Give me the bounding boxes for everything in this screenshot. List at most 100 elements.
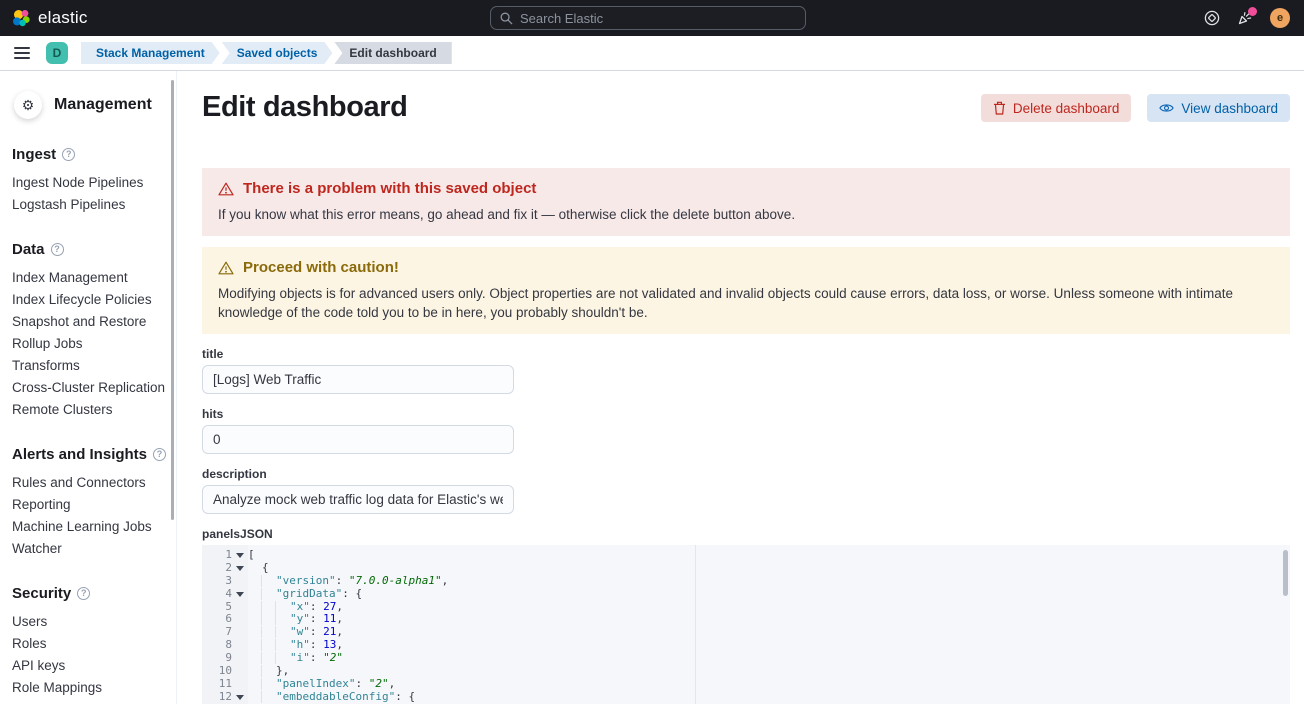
help-icon: ? — [77, 587, 90, 600]
sidebar-item-index-lifecycle-policies[interactable]: Index Lifecycle Policies — [12, 289, 176, 311]
error-callout-title: There is a problem with this saved objec… — [243, 180, 536, 197]
breadcrumb-bar: D Stack ManagementSaved objectsEdit dash… — [0, 36, 1304, 71]
description-input[interactable] — [202, 485, 514, 514]
global-search[interactable] — [490, 6, 806, 30]
code-line: 4"gridData": { — [202, 588, 1290, 601]
delete-dashboard-button[interactable]: Delete dashboard — [981, 94, 1132, 122]
breadcrumb-item-stack-management[interactable]: Stack Management — [81, 42, 220, 64]
menu-icon[interactable] — [9, 40, 35, 66]
space-avatar[interactable]: D — [46, 42, 68, 64]
code-line: 8"h": 13, — [202, 639, 1290, 652]
sidebar-title: Management — [54, 96, 152, 114]
form-group-title: title — [202, 347, 1290, 394]
sidebar-item-users[interactable]: Users — [12, 611, 176, 633]
warning-callout-title: Proceed with caution! — [243, 259, 399, 276]
sidebar-item-snapshot-and-restore[interactable]: Snapshot and Restore — [12, 311, 176, 333]
sidebar-item-api-keys[interactable]: API keys — [12, 655, 176, 677]
line-number: 4 — [202, 588, 232, 601]
panelsjson-code-editor[interactable]: 1[2{3"version": "7.0.0-alpha1",4"gridDat… — [202, 545, 1290, 704]
header-actions: e — [1204, 8, 1292, 28]
code-line: 1[ — [202, 549, 1290, 562]
sidebar-section-data: Data? Index ManagementIndex Lifecycle Pol… — [12, 241, 176, 421]
hits-field-label: hits — [202, 407, 1290, 421]
alert-icon — [218, 261, 234, 275]
sidebar-item-watcher[interactable]: Watcher — [12, 538, 176, 560]
title-field-label: title — [202, 347, 1290, 361]
panelsjson-label: panelsJSON — [202, 527, 1290, 541]
help-icon: ? — [62, 148, 75, 161]
sidebar-item-logstash-pipelines[interactable]: Logstash Pipelines — [12, 194, 176, 216]
gear-icon: ⚙ — [14, 91, 42, 119]
notification-dot — [1248, 7, 1257, 16]
elastic-logo-text: elastic — [38, 8, 88, 28]
warning-callout: Proceed with caution! Modifying objects … — [202, 247, 1290, 334]
help-icon: ? — [51, 243, 64, 256]
sidebar-item-index-management[interactable]: Index Management — [12, 267, 176, 289]
sidebar-section-security: Security? UsersRolesAPI keysRole Mappings — [12, 585, 176, 699]
sidebar-item-rules-and-connectors[interactable]: Rules and Connectors — [12, 472, 176, 494]
code-line: 7"w": 21, — [202, 626, 1290, 639]
sidebar-section-title: Alerts and Insights? — [12, 446, 176, 463]
sidebar-header: ⚙ Management — [14, 91, 176, 119]
hits-input[interactable] — [202, 425, 514, 454]
search-icon — [500, 12, 513, 25]
fold-arrow-icon[interactable] — [236, 553, 244, 558]
sidebar-section-title: Data? — [12, 241, 176, 258]
error-callout-body: If you know what this error means, go ah… — [218, 205, 1274, 224]
sidebar-item-machine-learning-jobs[interactable]: Machine Learning Jobs — [12, 516, 176, 538]
search-input[interactable] — [520, 11, 796, 26]
form-group-hits: hits — [202, 407, 1290, 454]
top-header-bar: elastic e — [0, 0, 1304, 36]
sidebar-item-role-mappings[interactable]: Role Mappings — [12, 677, 176, 699]
sidebar: ⚙ Management Ingest? Ingest Node Pipeline… — [0, 71, 177, 704]
title-input[interactable] — [202, 365, 514, 394]
code-line: 5"x": 27, — [202, 601, 1290, 614]
code-line: 12"embeddableConfig": { — [202, 691, 1290, 704]
elastic-logo-icon — [12, 9, 30, 27]
sidebar-item-rollup-jobs[interactable]: Rollup Jobs — [12, 333, 176, 355]
sidebar-item-transforms[interactable]: Transforms — [12, 355, 176, 377]
eye-icon — [1159, 102, 1174, 114]
sidebar-section-title: Security? — [12, 585, 176, 602]
sidebar-scrollbar[interactable] — [171, 80, 174, 520]
code-line: 3"version": "7.0.0-alpha1", — [202, 575, 1290, 588]
line-number: 3 — [202, 575, 232, 588]
view-dashboard-button[interactable]: View dashboard — [1147, 94, 1290, 122]
editor-scrollbar[interactable] — [1283, 550, 1288, 596]
fold-arrow-icon[interactable] — [236, 592, 244, 597]
cloud-deployment-icon[interactable] — [1204, 10, 1220, 26]
sidebar-section-title: Ingest? — [12, 146, 176, 163]
sidebar-item-reporting[interactable]: Reporting — [12, 494, 176, 516]
newsfeed-icon[interactable] — [1237, 10, 1253, 26]
main-content: Edit dashboard Delete dashboard View — [177, 71, 1304, 704]
sidebar-section-alerts-and-insights: Alerts and Insights? Rules and Connectors… — [12, 446, 176, 560]
elastic-logo[interactable]: elastic — [12, 8, 88, 28]
code-line: 6"y": 11, — [202, 613, 1290, 626]
form-group-description: description — [202, 467, 1290, 514]
line-number: 2 — [202, 562, 232, 575]
line-number: 1 — [202, 549, 232, 562]
page-title: Edit dashboard — [202, 91, 407, 124]
error-callout: There is a problem with this saved objec… — [202, 168, 1290, 236]
alert-icon — [218, 182, 234, 196]
fold-arrow-icon[interactable] — [236, 695, 244, 700]
line-number: 10 — [202, 665, 232, 678]
description-field-label: description — [202, 467, 1290, 481]
fold-arrow-icon[interactable] — [236, 566, 244, 571]
sidebar-item-roles[interactable]: Roles — [12, 633, 176, 655]
line-number: 12 — [202, 691, 232, 704]
code-line: 9"i": "2" — [202, 652, 1290, 665]
trash-icon — [993, 101, 1006, 115]
sidebar-item-cross-cluster-replication[interactable]: Cross-Cluster Replication — [12, 377, 176, 399]
line-number: 11 — [202, 678, 232, 691]
saved-object-form: title hits description — [202, 347, 1290, 514]
breadcrumb-item-edit-dashboard: Edit dashboard — [334, 42, 451, 64]
user-avatar[interactable]: e — [1270, 8, 1290, 28]
breadcrumb: Stack ManagementSaved objectsEdit dashbo… — [81, 42, 452, 64]
breadcrumb-item-saved-objects[interactable]: Saved objects — [222, 42, 333, 64]
help-icon: ? — [153, 448, 166, 461]
sidebar-section-ingest: Ingest? Ingest Node PipelinesLogstash Pip… — [12, 146, 176, 216]
sidebar-item-ingest-node-pipelines[interactable]: Ingest Node Pipelines — [12, 172, 176, 194]
warning-callout-body: Modifying objects is for advanced users … — [218, 284, 1274, 322]
sidebar-item-remote-clusters[interactable]: Remote Clusters — [12, 399, 176, 421]
